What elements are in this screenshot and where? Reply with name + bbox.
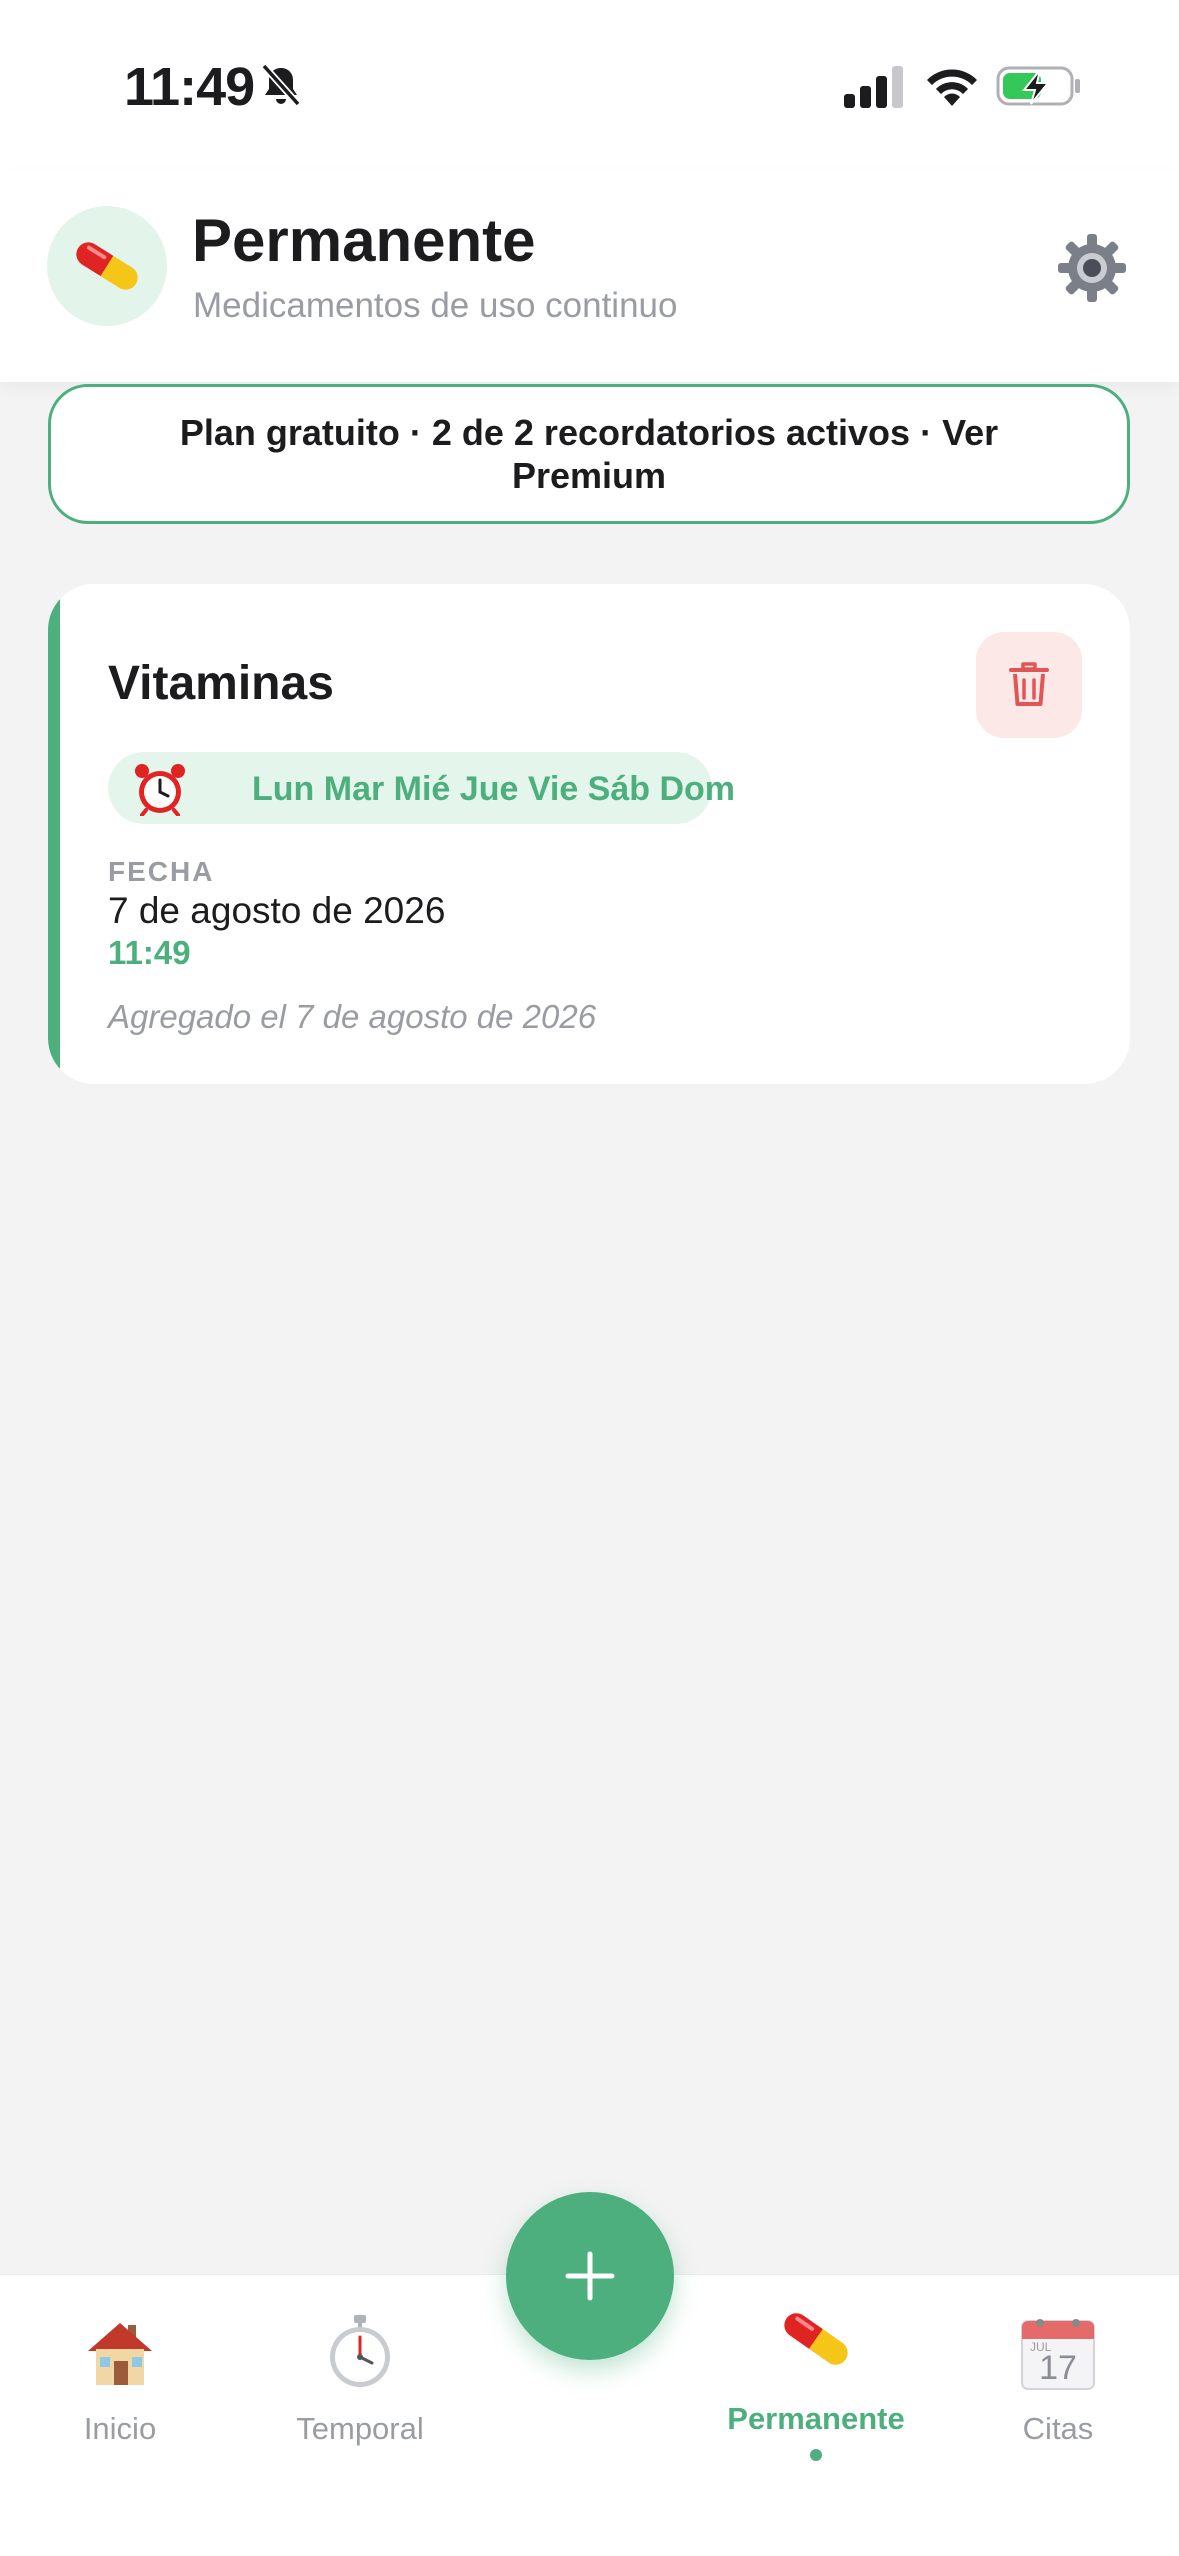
active-tab-indicator	[810, 2449, 822, 2461]
added-date: Agregado el 7 de agosto de 2026	[108, 998, 597, 1035]
wifi-icon	[927, 69, 977, 106]
tab-citas[interactable]: JUL 17 Citas	[958, 2275, 1158, 2475]
tab-label-permanente: Permanente	[727, 2401, 905, 2436]
page-subtitle: Medicamentos de uso continuo	[193, 286, 678, 325]
date-value: 7 de agosto de 2026	[108, 890, 446, 931]
house-icon	[88, 2323, 152, 2385]
calendar-icon: JUL 17	[1021, 2319, 1095, 2390]
battery-charging-icon	[996, 66, 1080, 106]
tab-label-inicio: Inicio	[83, 2411, 157, 2446]
stopwatch-icon	[330, 2315, 390, 2387]
medication-card[interactable]: Vitaminas Lun Mar Mié Jue Vie Sáb Dom FE…	[48, 584, 1130, 1084]
tab-permanente[interactable]: Permanente	[716, 2275, 916, 2475]
avatar	[47, 206, 167, 326]
status-bar: 11:49	[0, 0, 1179, 170]
medication-name: Vitaminas	[108, 657, 334, 710]
trash-icon	[1009, 662, 1049, 706]
header: Permanente Medicamentos de uso continuo	[0, 170, 1179, 382]
tab-label-temporal: Temporal	[296, 2411, 424, 2446]
gear-icon[interactable]	[1054, 230, 1130, 306]
plan-banner-text: Plan gratuito · 2 de 2 recordatorios act…	[179, 412, 999, 496]
tab-label-citas: Citas	[1022, 2411, 1094, 2446]
tab-inicio[interactable]: Inicio	[20, 2275, 220, 2475]
plan-banner[interactable]: Plan gratuito · 2 de 2 recordatorios act…	[48, 384, 1130, 524]
date-label: FECHA	[108, 856, 215, 887]
bell-slash-icon	[261, 63, 301, 107]
plus-icon	[565, 2251, 615, 2301]
page-title: Permanente	[192, 207, 536, 274]
delete-button[interactable]	[976, 632, 1082, 738]
pill-icon	[76, 242, 138, 290]
schedule-chip: Lun Mar Mié Jue Vie Sáb Dom	[108, 752, 735, 824]
cellular-signal-icon	[844, 66, 903, 108]
calendar-day: 17	[1039, 2349, 1077, 2387]
tab-temporal[interactable]: Temporal	[260, 2275, 460, 2475]
add-medication-button[interactable]	[506, 2192, 674, 2360]
screen: 11:49 Permanente Medicamentos de uso con…	[0, 0, 1179, 2556]
pill-icon	[784, 2313, 848, 2365]
time-value: 11:49	[108, 934, 191, 971]
status-time: 11:49	[124, 57, 255, 117]
card-accent-bar	[48, 584, 60, 1084]
alarm-clock-icon	[135, 764, 185, 816]
schedule-days: Lun Mar Mié Jue Vie Sáb Dom	[252, 770, 736, 808]
